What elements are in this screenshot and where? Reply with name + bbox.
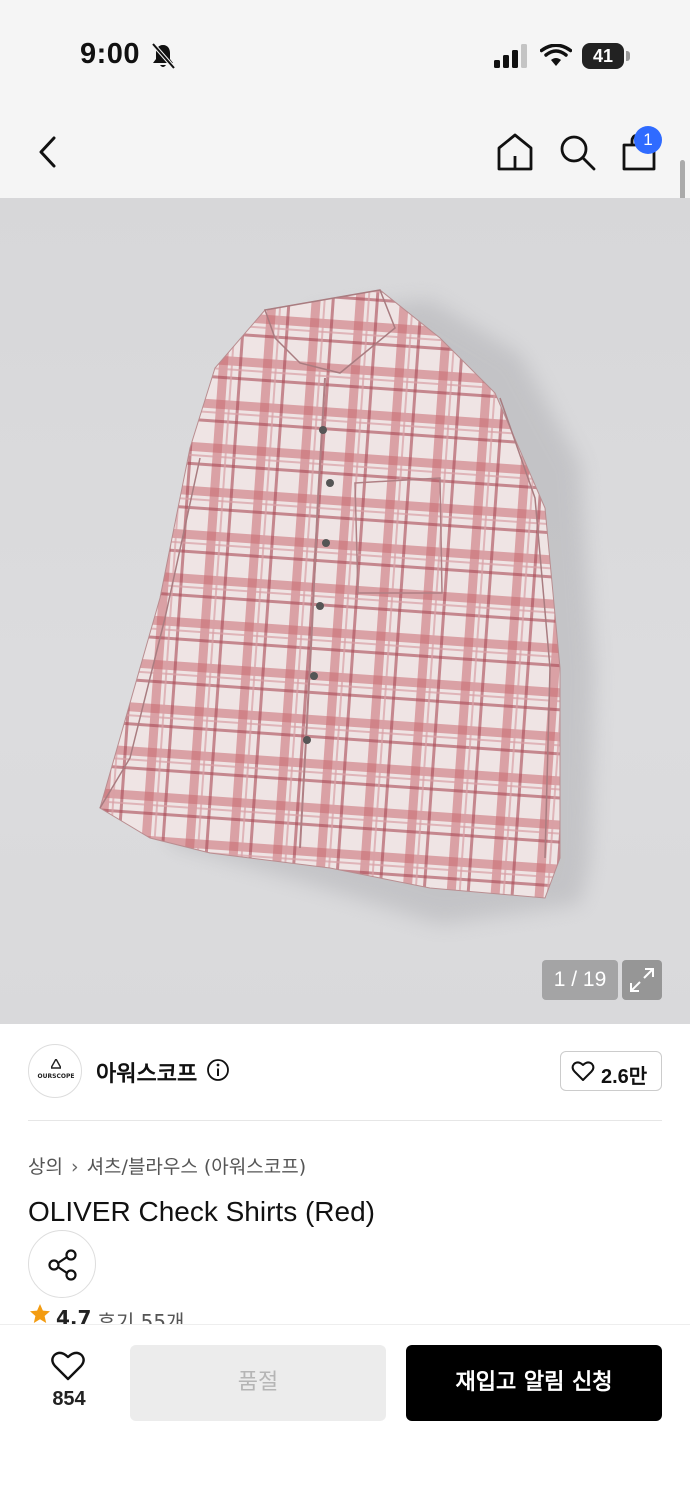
bell-off-icon — [151, 42, 176, 70]
brand-like-button[interactable]: 2.6만 — [560, 1051, 662, 1091]
breadcrumb-item[interactable]: 상의 — [28, 1156, 63, 1178]
heart-icon — [571, 1061, 595, 1081]
image-pager: 1 / 19 — [542, 960, 618, 1000]
soldout-button: 품절 — [130, 1345, 386, 1421]
battery-icon: 41 — [582, 43, 630, 69]
wishlist-count: 854 — [52, 1388, 86, 1410]
heart-icon — [51, 1351, 85, 1381]
info-icon[interactable] — [206, 1058, 230, 1082]
brand-like-count: 2.6만 — [601, 1066, 648, 1088]
chevron-right-icon: › — [70, 1156, 79, 1178]
rating-row[interactable]: 4.7 후기 55개 — [28, 1302, 184, 1326]
signal-icon — [494, 44, 527, 68]
product-photo — [99, 289, 595, 924]
wishlist-button[interactable]: 854 — [40, 1346, 98, 1420]
share-icon — [48, 1249, 77, 1281]
breadcrumb: 상의 › 셔츠/블라우스 (아워스코프) — [28, 1152, 306, 1179]
rating-score: 4.7 — [56, 1306, 92, 1326]
brand-name[interactable]: 아워스코프 — [96, 1056, 197, 1088]
expand-icon[interactable] — [622, 960, 662, 1000]
brand-logo-mark-icon — [51, 1059, 61, 1069]
product-title: OLIVER Check Shirts (Red) — [28, 1196, 375, 1227]
top-nav — [0, 100, 690, 198]
status-time: 9:00 — [80, 38, 141, 70]
product-image-gallery[interactable] — [0, 198, 690, 1024]
brand-logo[interactable]: OURSCOPE — [28, 1044, 82, 1098]
wifi-icon — [540, 44, 572, 66]
back-arrow-icon[interactable] — [30, 130, 70, 174]
review-count[interactable]: 후기 55개 — [97, 1306, 184, 1326]
brand-logo-text: OURSCOPE — [37, 1073, 75, 1080]
breadcrumb-item[interactable]: 셔츠/블라우스 (아워스코프) — [87, 1156, 307, 1178]
share-button[interactable] — [28, 1230, 96, 1298]
home-icon[interactable] — [494, 130, 536, 174]
divider — [28, 1120, 662, 1121]
battery-level: 41 — [582, 43, 624, 69]
search-icon[interactable] — [556, 130, 598, 174]
cart-count-badge: 1 — [634, 126, 662, 154]
restock-alert-button[interactable]: 재입고 알림 신청 — [406, 1345, 662, 1421]
status-bar: 9:00 41 — [0, 0, 690, 100]
star-icon — [30, 1304, 50, 1323]
